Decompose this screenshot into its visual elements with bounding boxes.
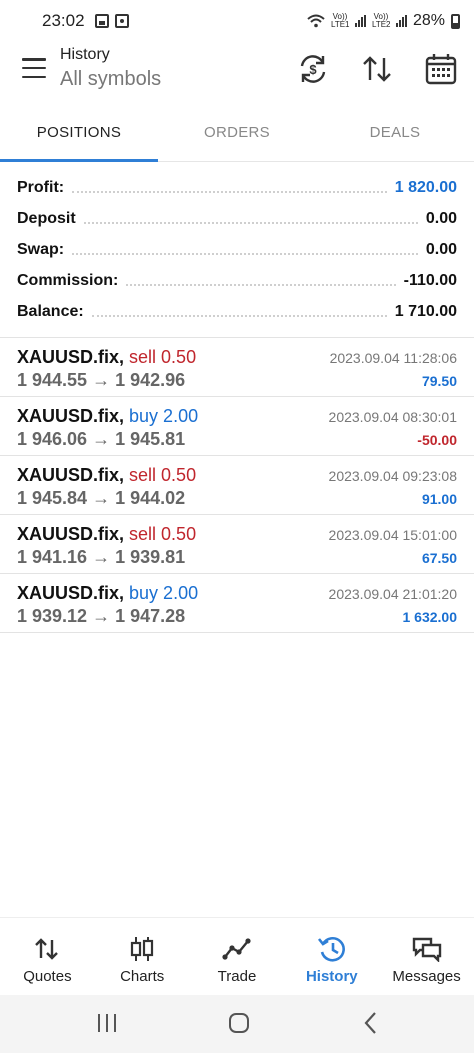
list-item[interactable]: XAUUSD.fix, buy 2.00 1 946.06 → 1 945.81… [0, 397, 474, 456]
dot-leader [83, 221, 418, 224]
deal-prices: 1 941.16 → 1 939.81 [17, 547, 186, 567]
deal-profit: 79.50 [421, 373, 457, 389]
list-item[interactable]: XAUUSD.fix, sell 0.50 1 945.84 → 1 944.0… [0, 456, 474, 515]
status-time: 23:02 [42, 11, 85, 30]
commission-value: -110.00 [403, 271, 457, 289]
battery-icon [451, 13, 460, 29]
nav-charts[interactable]: Charts [95, 918, 190, 995]
nav-trade[interactable]: Trade [190, 918, 285, 995]
battery-percent: 28% [412, 12, 445, 29]
summary-row-commission: Commission: -110.00 [0, 265, 474, 296]
calendar-icon[interactable] [424, 52, 458, 86]
nav-label: Charts [120, 968, 165, 985]
deal-prices: 1 944.55 → 1 942.96 [17, 370, 186, 390]
svg-text:$: $ [309, 62, 317, 77]
profit-label: Profit: [17, 178, 65, 196]
deal-symbol: XAUUSD.fix, [17, 524, 125, 544]
history-tabs: POSITIONS ORDERS DEALS [0, 110, 474, 162]
signal-2-icon [395, 15, 407, 27]
swap-value: 0.00 [425, 240, 457, 258]
page-title: History [60, 46, 110, 63]
deal-datetime: 2023.09.04 09:23:08 [328, 468, 457, 484]
menu-icon[interactable] [22, 58, 46, 78]
system-navigation-bar [0, 995, 474, 1053]
deal-datetime: 2023.09.04 21:01:20 [328, 586, 457, 602]
summary-row-swap: Swap: 0.00 [0, 234, 474, 265]
sort-icon[interactable] [360, 52, 394, 86]
nav-quotes[interactable]: Quotes [0, 918, 95, 995]
deal-side: buy 2.00 [129, 583, 199, 603]
app-header: History All symbols $ [0, 42, 474, 98]
swap-label: Swap: [17, 240, 65, 258]
currency-exchange-icon[interactable]: $ [296, 52, 330, 86]
history-clock-icon [317, 937, 345, 962]
deal-profit: 67.50 [421, 550, 457, 566]
deal-side: sell 0.50 [129, 347, 197, 367]
list-item[interactable]: XAUUSD.fix, sell 0.50 1 941.16 → 1 939.8… [0, 515, 474, 574]
nav-history[interactable]: History [284, 918, 379, 995]
tab-orders[interactable]: ORDERS [158, 110, 316, 161]
recent-apps-icon[interactable] [93, 1011, 121, 1035]
symbol-filter[interactable]: All symbols [60, 68, 161, 91]
quotes-arrows-icon [35, 938, 59, 960]
deal-side: sell 0.50 [129, 524, 197, 544]
candlestick-icon [131, 937, 154, 961]
deal-side: buy 2.00 [129, 406, 199, 426]
sim1-label: Vo)) LTE1 [330, 12, 350, 29]
deal-datetime: 2023.09.04 15:01:00 [328, 527, 457, 543]
dot-leader [72, 252, 418, 255]
nav-label: History [305, 968, 358, 985]
back-icon[interactable] [358, 1011, 386, 1035]
signal-1-icon [354, 15, 366, 27]
messages-icon [412, 937, 441, 962]
deposit-label: Deposit [17, 209, 76, 227]
profit-value: 1 820.00 [394, 178, 457, 196]
positions-list: XAUUSD.fix, sell 0.50 1 944.55 → 1 942.9… [0, 337, 474, 633]
deal-profit: -50.00 [417, 432, 457, 448]
dot-leader [91, 314, 387, 317]
sim2-label: Vo)) LTE2 [371, 12, 391, 29]
nav-messages[interactable]: Messages [379, 918, 474, 995]
deal-prices: 1 945.84 → 1 944.02 [17, 488, 186, 508]
deal-datetime: 2023.09.04 08:30:01 [328, 409, 457, 425]
summary-row-profit: Profit: 1 820.00 [0, 172, 474, 203]
deal-side: sell 0.50 [129, 465, 197, 485]
deal-prices: 1 939.12 → 1 947.28 [17, 606, 186, 626]
deal-symbol: XAUUSD.fix, [17, 406, 125, 426]
deal-profit: 91.00 [421, 491, 457, 507]
bottom-navigation: Quotes Charts Trade History Messages [0, 917, 474, 995]
deal-prices: 1 946.06 → 1 945.81 [17, 429, 186, 449]
tab-positions[interactable]: POSITIONS [0, 110, 158, 162]
status-bar: 23:02 Vo)) LTE1 Vo)) LTE2 28% [0, 0, 474, 42]
summary-panel: Profit: 1 820.00 Deposit 0.00 Swap: 0.00… [0, 172, 474, 327]
nav-label: Trade [217, 968, 257, 985]
deal-symbol: XAUUSD.fix, [17, 465, 125, 485]
deal-datetime: 2023.09.04 11:28:06 [329, 350, 457, 366]
home-icon[interactable] [225, 1011, 253, 1035]
list-item[interactable]: XAUUSD.fix, sell 0.50 1 944.55 → 1 942.9… [0, 338, 474, 397]
deal-symbol: XAUUSD.fix, [17, 347, 125, 367]
trade-line-icon [222, 938, 251, 960]
wifi-icon [307, 14, 325, 28]
deposit-value: 0.00 [425, 209, 457, 227]
gallery-notification-icon [94, 14, 109, 28]
dot-leader [72, 190, 387, 193]
balance-value: 1 710.00 [394, 302, 457, 320]
dot-leader [126, 283, 396, 286]
deal-profit: 1 632.00 [402, 609, 458, 625]
list-item[interactable]: XAUUSD.fix, buy 2.00 1 939.12 → 1 947.28… [0, 574, 474, 633]
tab-deals[interactable]: DEALS [316, 110, 474, 161]
app-notification-icon [114, 14, 129, 28]
nav-label: Quotes [23, 968, 72, 985]
deal-symbol: XAUUSD.fix, [17, 583, 125, 603]
balance-label: Balance: [17, 302, 84, 320]
commission-label: Commission: [17, 271, 119, 289]
summary-row-balance: Balance: 1 710.00 [0, 296, 474, 327]
summary-row-deposit: Deposit 0.00 [0, 203, 474, 234]
nav-label: Messages [392, 968, 461, 985]
